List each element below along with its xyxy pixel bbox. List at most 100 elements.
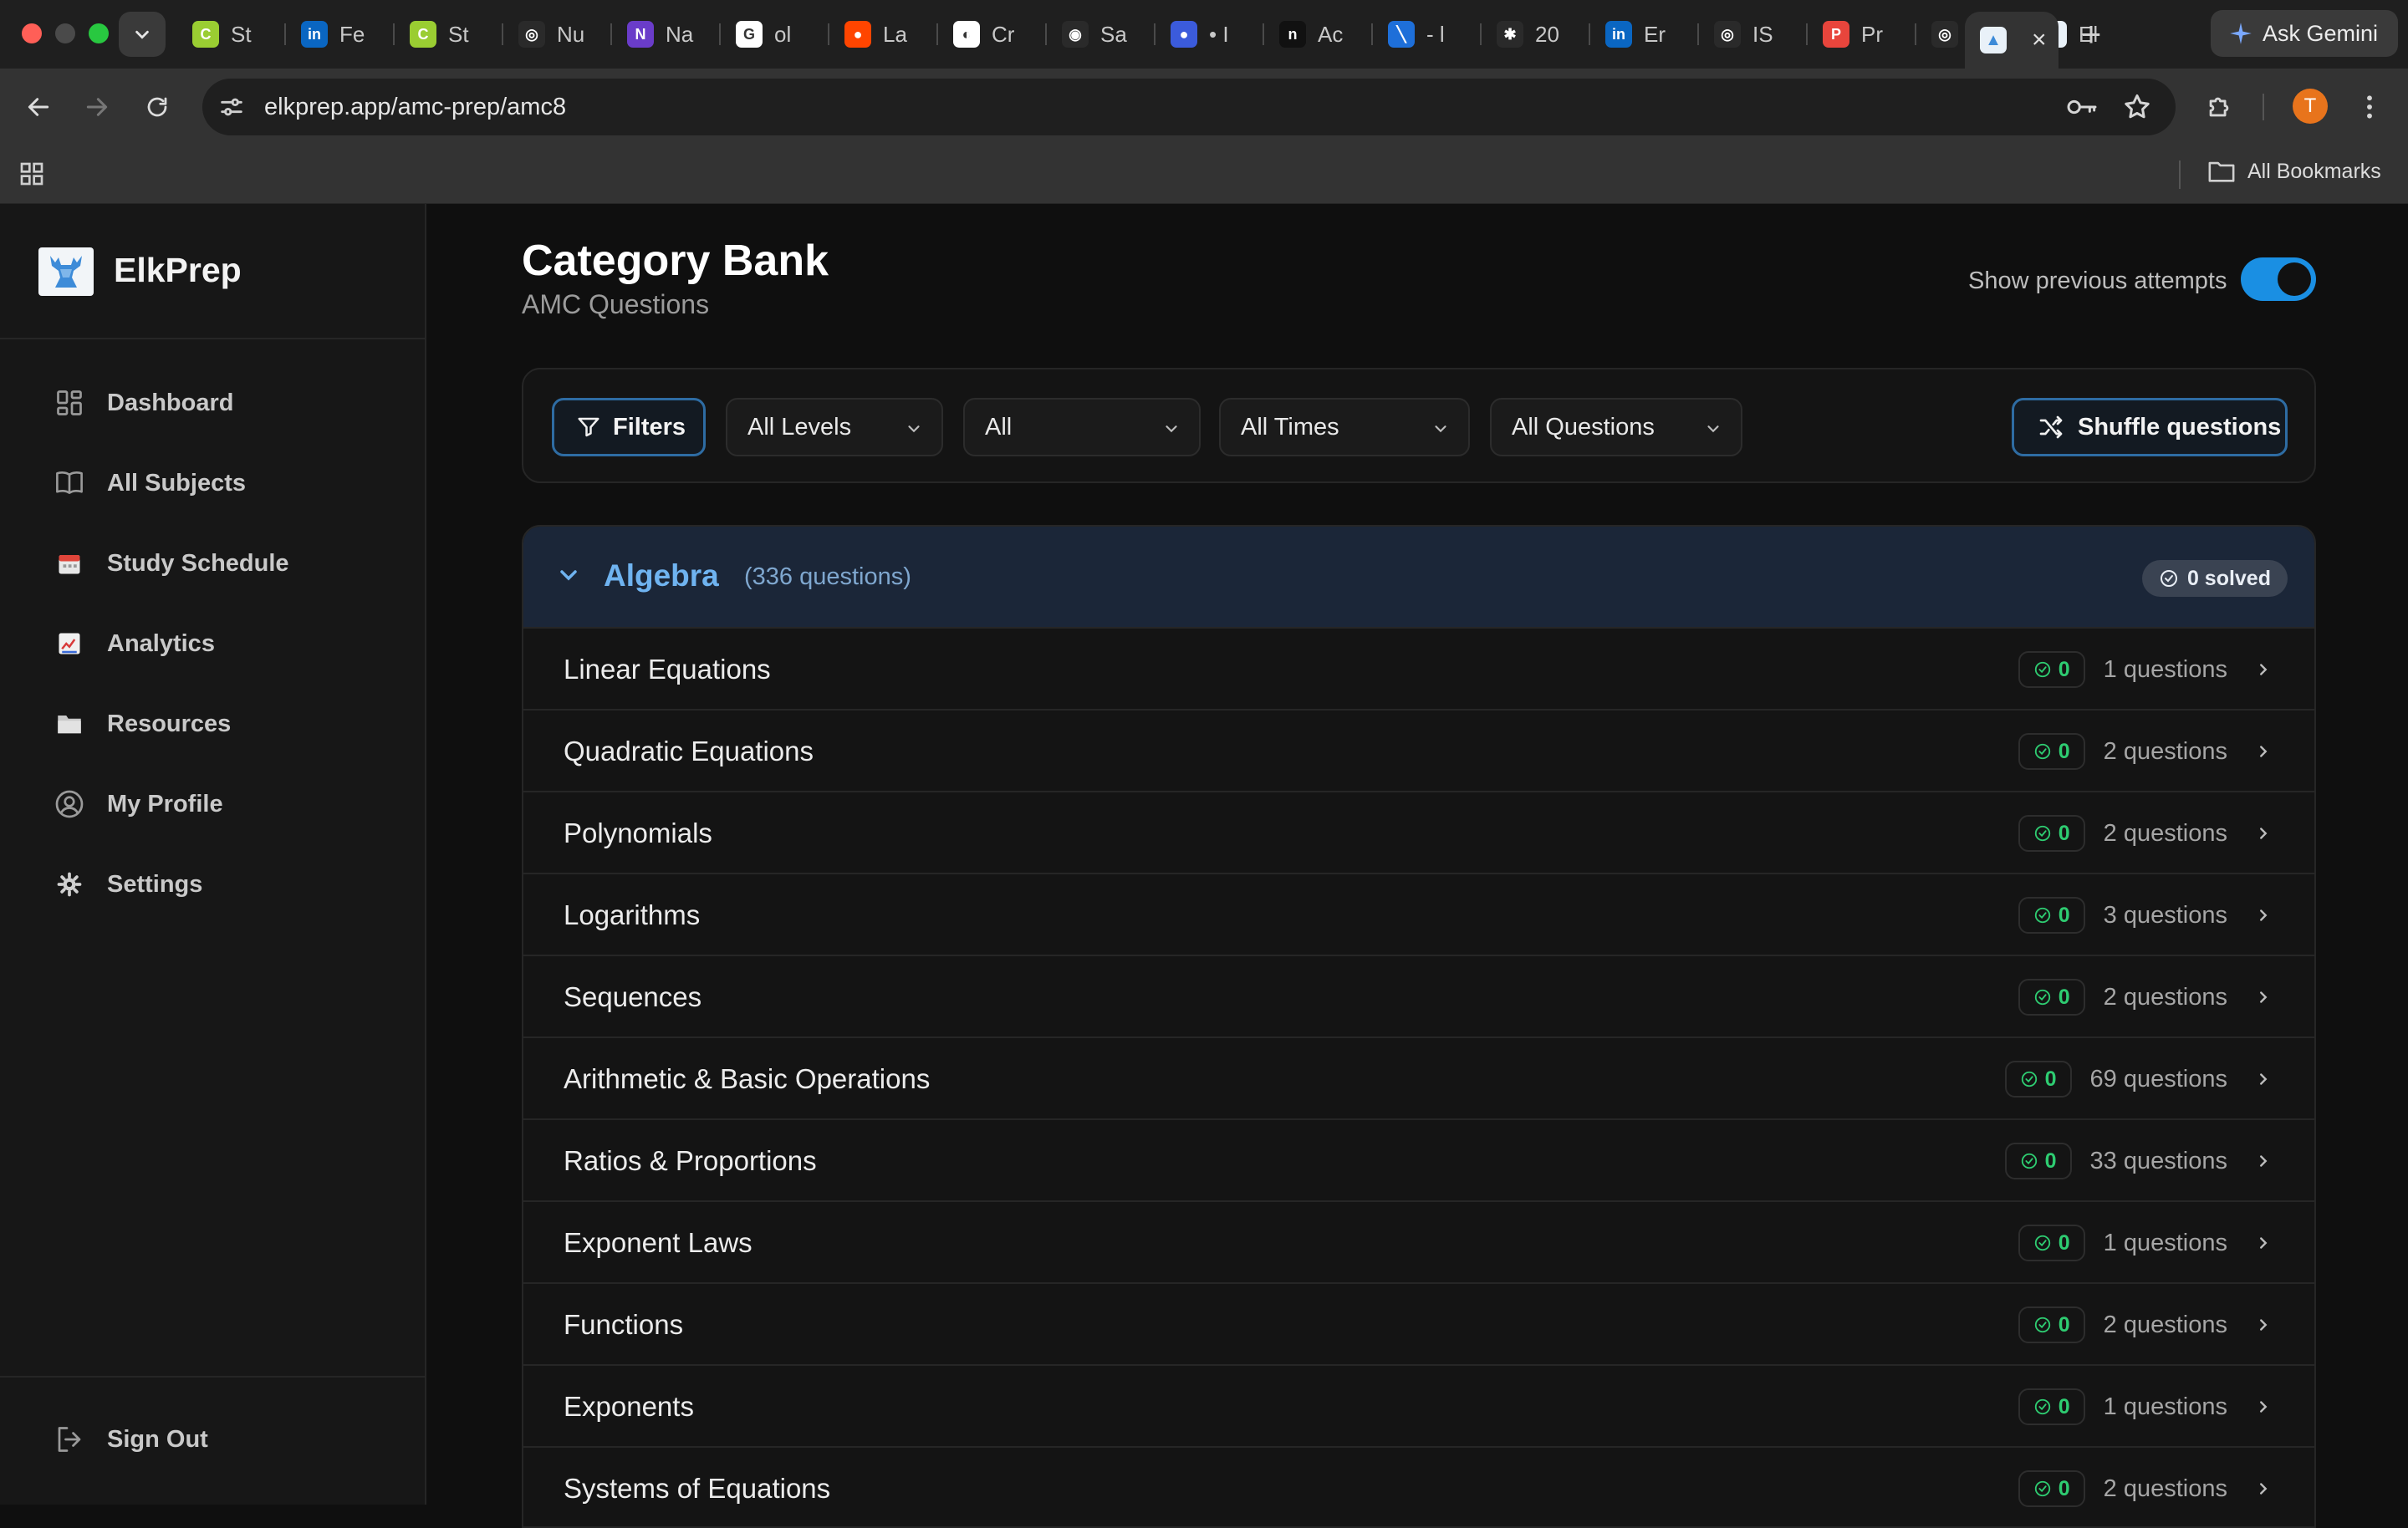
- solved-count-badge: 0: [2018, 1388, 2085, 1425]
- browser-tab[interactable]: Gol: [729, 12, 826, 57]
- chevron-right-icon[interactable]: [2254, 742, 2273, 761]
- tab-separator: [1697, 23, 1699, 45]
- tab-title: Fe: [339, 21, 365, 47]
- apps-button[interactable]: [18, 160, 45, 191]
- all-bookmarks-button[interactable]: All Bookmarks: [2207, 159, 2381, 184]
- sidebar-item-analytics[interactable]: Analytics: [54, 620, 215, 667]
- tab-title: 20: [1535, 21, 1559, 47]
- close-tab-icon[interactable]: ×: [2032, 26, 2047, 54]
- chevron-right-icon[interactable]: [2254, 1316, 2273, 1334]
- sidebar-item-dashboard[interactable]: Dashboard: [54, 379, 233, 426]
- app-sidebar: ElkPrep Dashboard All Subjects Study Sch…: [0, 204, 426, 1505]
- check-circle-icon: [2021, 1071, 2037, 1087]
- password-key-icon[interactable]: [2065, 93, 2099, 121]
- tab-title: Na: [666, 21, 694, 47]
- site-settings-icon[interactable]: [217, 93, 246, 121]
- filters-button[interactable]: Filters: [552, 398, 706, 456]
- tab-favicon-icon: n: [1279, 21, 1306, 48]
- topic-row[interactable]: Quadratic Equations 0 2 questions: [523, 709, 2314, 791]
- browser-tab[interactable]: ◎ IS: [1707, 12, 1804, 57]
- show-previous-attempts-toggle[interactable]: [2241, 257, 2316, 301]
- browser-tab[interactable]: ◎ Nu: [512, 12, 609, 57]
- sidebar-item-settings[interactable]: Settings: [54, 861, 202, 908]
- level-select[interactable]: All Levels: [726, 398, 943, 456]
- browser-tab[interactable]: C St: [186, 12, 283, 57]
- chevron-right-icon[interactable]: [2254, 906, 2273, 924]
- toolbar-divider: [2263, 94, 2264, 120]
- browser-tab[interactable]: in Fe: [294, 12, 391, 57]
- check-circle-icon: [2034, 743, 2050, 760]
- browser-tab[interactable]: in Er: [1599, 12, 1696, 57]
- browser-tab[interactable]: ◐ Cr: [946, 12, 1043, 57]
- browser-tab[interactable]: ╲ - l: [1381, 12, 1478, 57]
- chevron-down-icon[interactable]: [555, 562, 582, 588]
- topic-row[interactable]: Arithmetic & Basic Operations 0 69 questio…: [523, 1036, 2314, 1118]
- topic-row[interactable]: Exponent Laws 0 1 questions: [523, 1200, 2314, 1282]
- question-count: 2 questions: [2103, 819, 2227, 847]
- questions-select[interactable]: All Questions: [1490, 398, 1742, 456]
- sidebar-item-my-profile[interactable]: My Profile: [54, 781, 223, 828]
- topic-name: Exponents: [564, 1391, 694, 1422]
- time-select[interactable]: All Times: [1219, 398, 1470, 456]
- topic-row[interactable]: Linear Equations 0 1 questions: [523, 627, 2314, 709]
- browser-tab[interactable]: N Na: [620, 12, 717, 57]
- zoom-window-button[interactable]: [89, 23, 109, 43]
- close-window-button[interactable]: [22, 23, 42, 43]
- chevron-right-icon[interactable]: [2254, 1152, 2273, 1170]
- all-bookmarks-label: All Bookmarks: [2247, 159, 2381, 183]
- browser-tab[interactable]: ✱ 20: [1490, 12, 1587, 57]
- tab-title: - l: [1426, 21, 1445, 47]
- browser-tab[interactable]: n Ac: [1273, 12, 1370, 57]
- brand[interactable]: ElkPrep: [0, 204, 425, 339]
- topic-row[interactable]: Ratios & Proportions 0 33 questions: [523, 1118, 2314, 1200]
- forward-button[interactable]: [77, 87, 117, 127]
- tab-search-button[interactable]: [119, 12, 166, 57]
- url-text[interactable]: elkprep.app/amc-prep/amc8: [264, 94, 566, 121]
- sidebar-item-resources[interactable]: Resources: [54, 700, 231, 747]
- chevron-right-icon[interactable]: [2254, 1398, 2273, 1416]
- tab-favicon-icon: in: [1605, 21, 1632, 48]
- topic-row[interactable]: Exponents 0 1 questions: [523, 1364, 2314, 1446]
- browser-tab[interactable]: P Pr: [1816, 12, 1913, 57]
- new-tab-button[interactable]: +: [2070, 13, 2112, 55]
- minimize-window-button[interactable]: [55, 23, 75, 43]
- chevron-right-icon[interactable]: [2254, 1070, 2273, 1088]
- topic-row[interactable]: Functions 0 2 questions: [523, 1282, 2314, 1364]
- sign-out-button[interactable]: Sign Out: [54, 1416, 208, 1463]
- address-bar[interactable]: elkprep.app/amc-prep/amc8: [202, 79, 2176, 135]
- chevron-right-icon[interactable]: [2254, 1234, 2273, 1252]
- topic-name: Linear Equations: [564, 654, 771, 685]
- reload-button[interactable]: [137, 87, 177, 127]
- tab-title: La: [883, 21, 907, 47]
- browser-tab[interactable]: ◉ Sa: [1055, 12, 1152, 57]
- topic-meta: 0 1 questions: [2018, 649, 2273, 690]
- shuffle-questions-button[interactable]: Shuffle questions: [2012, 398, 2288, 456]
- chevron-right-icon[interactable]: [2254, 1480, 2273, 1498]
- type-select[interactable]: All: [963, 398, 1201, 456]
- sidebar-item-study-schedule[interactable]: Study Schedule: [54, 540, 289, 587]
- tab-title: St: [231, 21, 252, 47]
- topic-row[interactable]: Systems of Equations 0 2 questions: [523, 1446, 2314, 1526]
- extensions-button[interactable]: [2199, 87, 2239, 127]
- topic-row[interactable]: Sequences 0 2 questions: [523, 955, 2314, 1036]
- category-header[interactable]: Algebra (336 questions) 0 solved: [523, 527, 2314, 627]
- back-button[interactable]: [18, 87, 59, 127]
- tab-active-elkprep[interactable]: ▲ ×: [1965, 12, 2059, 69]
- tab-favicon-icon: ◐: [953, 21, 980, 48]
- chevron-right-icon[interactable]: [2254, 988, 2273, 1006]
- bookmark-star-icon[interactable]: [2122, 92, 2152, 122]
- chevron-right-icon[interactable]: [2254, 660, 2273, 679]
- browser-tab[interactable]: C St: [403, 12, 500, 57]
- solved-count: 0: [2044, 1149, 2057, 1173]
- profile-avatar[interactable]: T: [2293, 89, 2328, 124]
- topic-row[interactable]: Polynomials 0 2 questions: [523, 791, 2314, 873]
- dashboard-icon: [54, 387, 85, 419]
- sidebar-item-all-subjects[interactable]: All Subjects: [54, 460, 246, 507]
- solved-count: 0: [2044, 1067, 2057, 1091]
- browser-menu-button[interactable]: [2349, 87, 2390, 127]
- topic-row[interactable]: Logarithms 0 3 questions: [523, 873, 2314, 955]
- browser-tab[interactable]: ● La: [838, 12, 935, 57]
- browser-tab[interactable]: ● • I: [1164, 12, 1261, 57]
- chevron-right-icon[interactable]: [2254, 824, 2273, 843]
- ask-gemini-button[interactable]: Ask Gemini: [2211, 10, 2398, 57]
